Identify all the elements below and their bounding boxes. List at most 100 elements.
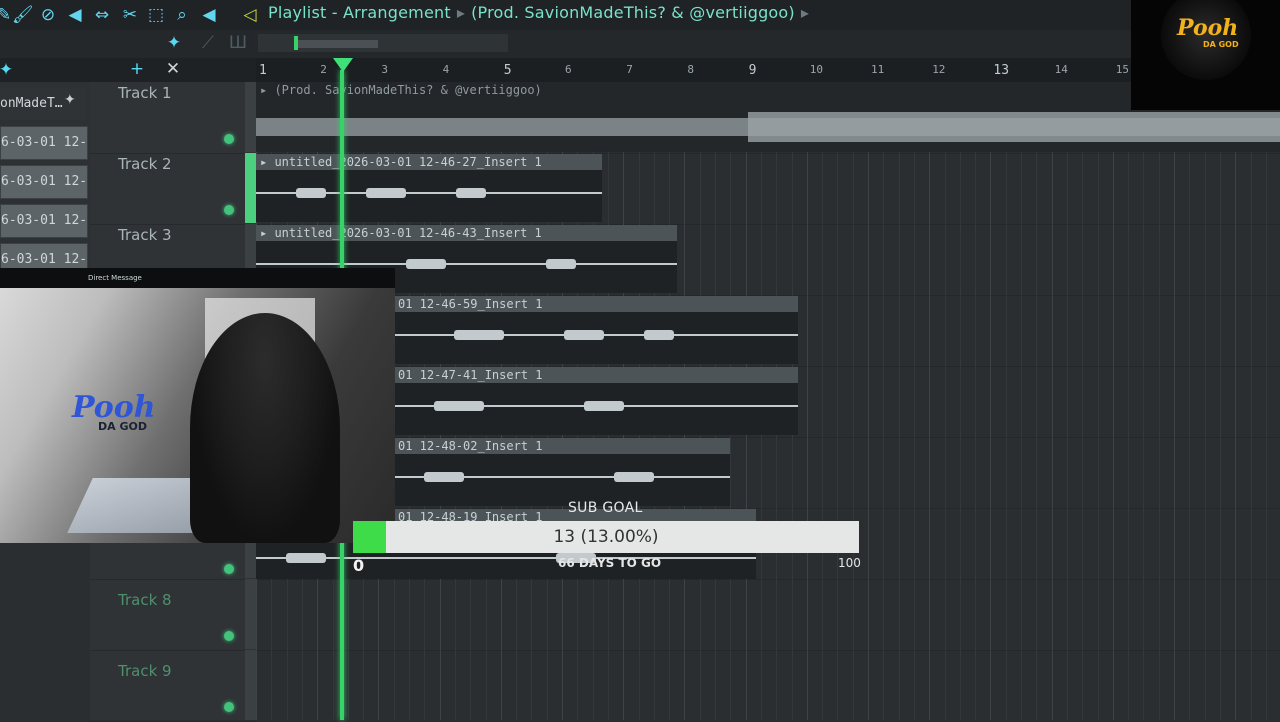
track-resize-handle[interactable] bbox=[245, 579, 256, 649]
grid-line bbox=[914, 82, 915, 720]
channel-logo: Pooh DA GOD bbox=[1131, 0, 1280, 110]
grid-line bbox=[1082, 82, 1083, 720]
list-item[interactable]: 6-03-01 12-… bbox=[0, 204, 88, 238]
ruler-bar-number: 15 bbox=[1115, 63, 1130, 76]
clip-title: 01 12-46-59_Insert 1 bbox=[394, 296, 798, 312]
webcam-overlay: Direct Message Pooh DA GOD bbox=[0, 268, 395, 543]
track-header-1[interactable]: Track 1 bbox=[90, 82, 256, 154]
pattern-picker-icon[interactable]: ✦ bbox=[64, 92, 76, 108]
track-header-8[interactable]: Track 8 bbox=[90, 579, 256, 651]
ruler-bar-number: 3 bbox=[381, 63, 389, 76]
list-item[interactable]: 6-03-01 12-… bbox=[0, 126, 88, 160]
link-icon[interactable]: ⟋ bbox=[198, 33, 218, 53]
clip-title: ▸ (Prod. SavionMadeThis? & @vertiiggoo) bbox=[260, 83, 542, 97]
webcam-logo-sub: DA GOD bbox=[98, 420, 147, 433]
zoom-icon[interactable]: ⌕ bbox=[172, 5, 192, 25]
ruler-bar-number: 6 bbox=[565, 63, 572, 76]
playlist-grid[interactable]: ▸ (Prod. SavionMadeThis? & @vertiiggoo) … bbox=[256, 82, 1280, 720]
waveform bbox=[394, 468, 730, 486]
grid-line bbox=[1113, 82, 1114, 720]
grid-line bbox=[929, 82, 930, 720]
webcam-title: Direct Message bbox=[0, 268, 395, 288]
mute-icon[interactable]: ◀ bbox=[65, 5, 85, 25]
track-mute-led-icon[interactable] bbox=[224, 564, 234, 574]
ruler-bar-number: 13 bbox=[993, 63, 1010, 78]
track-resize-handle[interactable] bbox=[245, 650, 256, 720]
sub-goal-days: 66 DAYS TO GO bbox=[558, 556, 662, 570]
grid-line bbox=[883, 82, 884, 720]
close-icon[interactable]: ✕ bbox=[163, 59, 183, 79]
grid-line bbox=[1128, 82, 1129, 720]
audio-clip[interactable]: 01 12-46-59_Insert 1 bbox=[394, 296, 798, 364]
toolbar-row-2: ✦ ⟋ Ш bbox=[0, 30, 1280, 58]
grid-line bbox=[1067, 82, 1068, 720]
track-header-2[interactable]: Track 2 bbox=[90, 153, 256, 225]
track-name: Track 1 bbox=[118, 84, 172, 102]
select-icon[interactable]: ⬚ bbox=[146, 5, 166, 25]
slice-icon[interactable]: ✂ bbox=[120, 5, 140, 25]
playlist-toolbar: ✎ 🖌 ⊘ ◀ ⇔ ✂ ⬚ ⌕ ◀ ◁ Playlist - Arrangeme… bbox=[0, 0, 1280, 30]
grid-line bbox=[853, 82, 854, 720]
grid-line bbox=[945, 82, 946, 720]
grid-line bbox=[1021, 82, 1022, 720]
sub-goal-text: 13 (13.00%) bbox=[553, 527, 659, 547]
audio-clip-master[interactable]: ▸ (Prod. SavionMadeThis? & @vertiiggoo) bbox=[256, 82, 1280, 152]
timeline-ruler[interactable]: 1 2 3 4 5 6 7 8 9 10 11 12 13 14 15 bbox=[256, 58, 1280, 82]
ruler-bar-number: 7 bbox=[626, 63, 633, 76]
magnet-icon[interactable]: Ш bbox=[228, 33, 248, 53]
waveform bbox=[394, 397, 798, 415]
playback-icon[interactable]: ◀ bbox=[199, 5, 219, 25]
waveform bbox=[256, 184, 602, 202]
speaker-icon[interactable]: ◁ bbox=[240, 5, 260, 25]
ruler-bar-number: 9 bbox=[748, 63, 757, 78]
grid-line bbox=[1006, 82, 1007, 720]
grid-line bbox=[1143, 82, 1144, 720]
sub-goal-max: 100 bbox=[838, 556, 861, 570]
track-mute-led-icon[interactable] bbox=[224, 134, 234, 144]
track-name: Track 8 bbox=[118, 591, 172, 609]
clip-list: onMadeT… 6-03-01 12-… 6-03-01 12-… 6-03-… bbox=[0, 82, 90, 277]
audio-clip[interactable]: 01 12-48-02_Insert 1 bbox=[394, 438, 730, 506]
track-resize-handle[interactable] bbox=[245, 82, 256, 152]
grid-line bbox=[990, 82, 991, 720]
logo-sub: DA GOD bbox=[1203, 40, 1239, 49]
stretch-icon[interactable]: ✦ bbox=[164, 33, 184, 53]
grid-line bbox=[1174, 82, 1175, 720]
ruler-bar-number: 11 bbox=[871, 63, 885, 76]
pattern-name[interactable]: (Prod. SavionMadeThis? & @vertiiggoo) bbox=[471, 3, 795, 22]
track-name: Track 9 bbox=[118, 662, 172, 680]
grid-line bbox=[807, 82, 808, 720]
grid-line bbox=[960, 82, 961, 720]
breadcrumb: Playlist - Arrangement ▸ (Prod. SavionMade… bbox=[268, 3, 815, 22]
ruler-bar-number: 14 bbox=[1054, 63, 1068, 76]
track-mute-led-icon[interactable] bbox=[224, 205, 234, 215]
audio-clip[interactable]: ▸ untitled_2026-03-01 12-46-27_Insert 1 bbox=[256, 154, 602, 222]
ruler-bar-number: 1 bbox=[259, 63, 267, 78]
ruler-bar-number: 4 bbox=[442, 63, 450, 76]
stretch-icon[interactable]: ✦ bbox=[0, 60, 16, 80]
track-resize-handle[interactable] bbox=[245, 153, 256, 223]
grid-line bbox=[1189, 82, 1190, 720]
grid-line bbox=[975, 82, 976, 720]
breadcrumb-separator-icon: ▸ bbox=[800, 3, 810, 22]
slip-icon[interactable]: ⇔ bbox=[92, 5, 112, 25]
grid-line bbox=[1266, 82, 1267, 720]
horizontal-scrollbar[interactable] bbox=[258, 34, 508, 52]
add-track-icon[interactable]: + bbox=[127, 59, 147, 79]
grid-line bbox=[1235, 82, 1236, 720]
grid-line bbox=[1205, 82, 1206, 720]
track-mute-led-icon[interactable] bbox=[224, 631, 234, 641]
scroll-thumb[interactable] bbox=[298, 40, 378, 48]
audio-clip[interactable]: 01 12-47-41_Insert 1 bbox=[394, 367, 798, 435]
track-name: Track 3 bbox=[118, 226, 172, 244]
track-mute-led-icon[interactable] bbox=[224, 702, 234, 712]
grid-line bbox=[899, 82, 900, 720]
playhead-marker-icon[interactable] bbox=[333, 58, 353, 72]
ruler-bar-number: 8 bbox=[687, 63, 695, 76]
delete-icon[interactable]: ⊘ bbox=[38, 5, 58, 25]
list-item[interactable]: 6-03-01 12-… bbox=[0, 165, 88, 199]
sub-goal-min: 0 bbox=[353, 556, 365, 575]
paint-icon[interactable]: 🖌 bbox=[12, 5, 34, 25]
track-header-9[interactable]: Track 9 bbox=[90, 650, 256, 722]
ruler-bar-number: 12 bbox=[932, 63, 946, 76]
